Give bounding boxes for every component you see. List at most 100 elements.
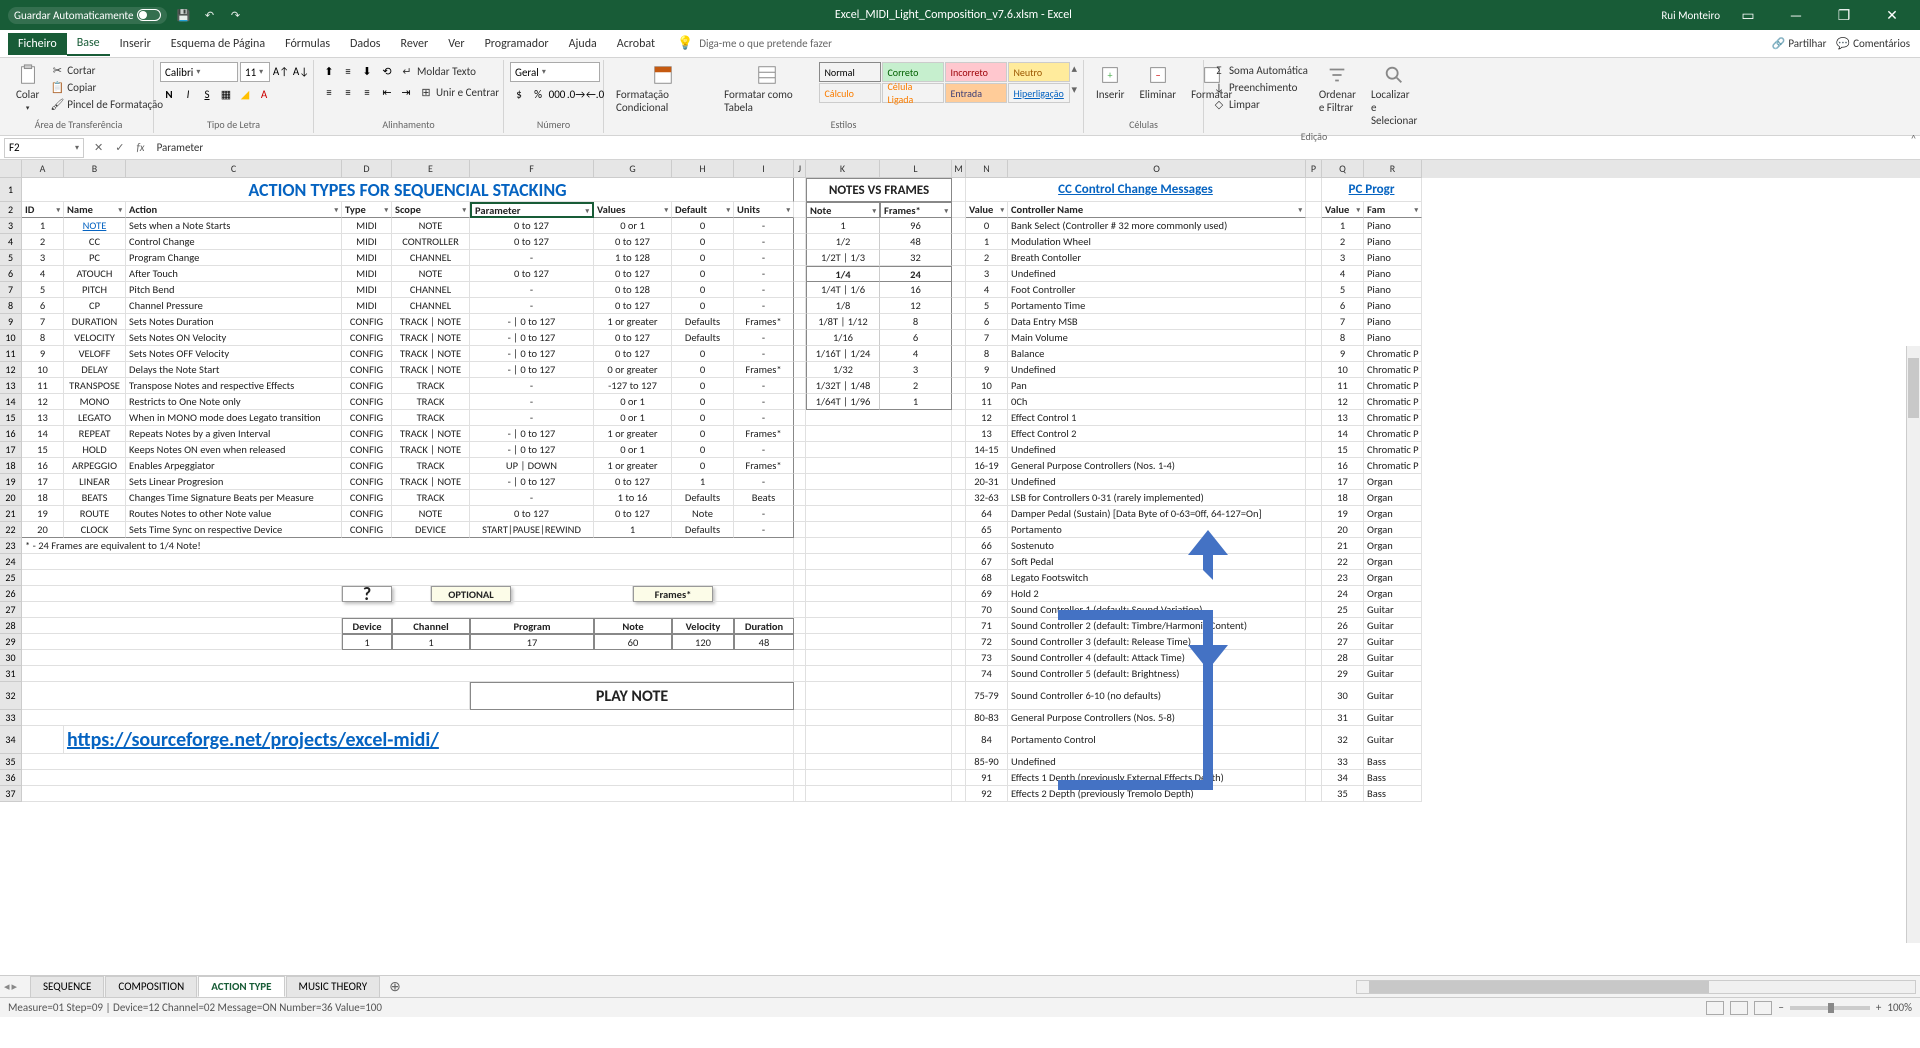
row-header[interactable]: 26 [0, 586, 22, 602]
ribbon-options-icon[interactable]: ▭ [1728, 1, 1768, 29]
zoom-in-icon[interactable]: + [1876, 1001, 1881, 1014]
table-header[interactable]: Default▾ [672, 202, 734, 218]
row-header[interactable]: 23 [0, 538, 22, 554]
fill-color-icon[interactable]: ◢ [236, 85, 254, 103]
name-box[interactable]: F2▾ [4, 138, 84, 158]
table-header[interactable]: Controller Name▾ [1008, 202, 1306, 218]
wrap-text-button[interactable]: ↵Moldar Texto [398, 63, 478, 79]
row-header[interactable]: 30 [0, 650, 22, 666]
table-header[interactable]: Values▾ [594, 202, 672, 218]
row-header[interactable]: 17 [0, 442, 22, 458]
table-header[interactable]: Action▾ [126, 202, 342, 218]
format-painter-button[interactable]: 🖌Pincel de Formatação [48, 96, 165, 112]
row-header[interactable]: 19 [0, 474, 22, 490]
sort-filter-button[interactable]: Ordenar e Filtrar [1313, 62, 1362, 116]
delete-cells-button[interactable]: −Eliminar [1134, 62, 1183, 103]
tab-review[interactable]: Rever [391, 33, 439, 55]
help-button[interactable]: ? [342, 586, 392, 602]
project-link[interactable]: https://sourceforge.net/projects/excel-m… [64, 726, 794, 754]
maximize-icon[interactable]: ❐ [1824, 1, 1864, 29]
increase-font-icon[interactable]: A↑ [272, 62, 290, 80]
row-header[interactable]: 5 [0, 250, 22, 266]
percent-icon[interactable]: % [529, 85, 547, 103]
sheet-tab[interactable]: SEQUENCE [30, 976, 104, 997]
row-header[interactable]: 14 [0, 394, 22, 410]
tab-developer[interactable]: Programador [475, 33, 559, 55]
align-bottom-icon[interactable]: ⬇ [358, 62, 376, 80]
underline-icon[interactable]: S [198, 85, 216, 103]
row-header[interactable]: 18 [0, 458, 22, 474]
table-header[interactable]: Type▾ [342, 202, 392, 218]
row-header[interactable]: 1 [0, 178, 22, 202]
comments-button[interactable]: 💬Comentários [1836, 37, 1910, 50]
row-header[interactable]: 21 [0, 506, 22, 522]
font-size-dropdown[interactable]: 11 [240, 62, 270, 82]
tab-nav-next-icon[interactable]: ▸ [12, 980, 18, 993]
add-sheet-button[interactable]: ⊕ [381, 976, 409, 997]
style-good[interactable]: Correto [882, 62, 944, 82]
zoom-out-icon[interactable]: − [1778, 1001, 1783, 1014]
tab-view[interactable]: Ver [438, 33, 474, 55]
row-header[interactable]: 22 [0, 522, 22, 538]
save-icon[interactable]: 💾 [173, 5, 193, 25]
decrease-font-icon[interactable]: A↓ [292, 62, 310, 80]
decrease-decimal-icon[interactable]: ←.0 [586, 85, 604, 103]
number-format-dropdown[interactable]: Geral [510, 62, 600, 82]
style-scroll-down[interactable]: ▾ [1071, 83, 1077, 96]
tell-me-search[interactable]: 💡Diga-me o que pretende fazer [677, 36, 832, 51]
row-header[interactable]: 7 [0, 282, 22, 298]
table-header[interactable]: Units▾ [734, 202, 794, 218]
autosave-toggle[interactable]: Guardar Automaticamente [8, 7, 167, 24]
style-scroll-up[interactable]: ▴ [1071, 62, 1077, 75]
column-header[interactable]: E [392, 160, 470, 178]
row-header[interactable]: 13 [0, 378, 22, 394]
row-header[interactable]: 8 [0, 298, 22, 314]
row-header[interactable]: 33 [0, 710, 22, 726]
row-header[interactable]: 24 [0, 554, 22, 570]
tab-nav-prev-icon[interactable]: ◂ [4, 980, 10, 993]
conditional-format-button[interactable]: Formatação Condicional [610, 62, 715, 116]
table-header[interactable]: Note▾ [806, 202, 880, 218]
column-header[interactable]: L [880, 160, 952, 178]
insert-cells-button[interactable]: +Inserir [1090, 62, 1131, 103]
formula-input[interactable]: Parameter [151, 141, 1920, 154]
copy-button[interactable]: 📋Copiar [48, 79, 165, 95]
table-header[interactable]: Name▾ [64, 202, 126, 218]
tab-help[interactable]: Ajuda [559, 33, 607, 55]
increase-indent-icon[interactable]: ⇥ [397, 83, 415, 101]
section-title-link[interactable]: CC Control Change Messages [966, 178, 1306, 202]
view-page-layout-icon[interactable] [1730, 1001, 1748, 1015]
row-header[interactable]: 3 [0, 218, 22, 234]
column-header[interactable]: F [470, 160, 594, 178]
tab-layout[interactable]: Esquema de Página [161, 33, 275, 55]
align-top-icon[interactable]: ⬆ [320, 62, 338, 80]
autosum-button[interactable]: ΣSoma Automática [1210, 62, 1310, 78]
italic-icon[interactable]: I [179, 85, 197, 103]
column-header[interactable]: B [64, 160, 126, 178]
row-header[interactable]: 2 [0, 202, 22, 218]
user-name[interactable]: Rui Monteiro [1661, 9, 1720, 22]
style-bad[interactable]: Incorreto [945, 62, 1007, 82]
row-header[interactable]: 32 [0, 682, 22, 710]
view-normal-icon[interactable] [1706, 1001, 1724, 1015]
tab-home[interactable]: Base [67, 32, 110, 56]
table-header[interactable]: ID▾ [22, 202, 64, 218]
column-header[interactable]: P [1306, 160, 1322, 178]
table-header[interactable]: Frames*▾ [880, 202, 952, 218]
column-header[interactable]: D [342, 160, 392, 178]
accept-formula-icon[interactable]: ✓ [109, 141, 130, 154]
redo-icon[interactable]: ↷ [225, 5, 245, 25]
cell[interactable]: NOTE [64, 218, 126, 234]
style-normal[interactable]: Normal [819, 62, 881, 82]
font-name-dropdown[interactable]: Calibri [160, 62, 238, 82]
table-header[interactable]: Value▾ [966, 202, 1008, 218]
column-header[interactable]: Q [1322, 160, 1364, 178]
align-middle-icon[interactable]: ≡ [339, 62, 357, 80]
row-header[interactable]: 29 [0, 634, 22, 650]
fx-icon[interactable]: fx [130, 141, 150, 154]
row-header[interactable]: 16 [0, 426, 22, 442]
bold-icon[interactable]: N [160, 85, 178, 103]
column-header[interactable]: O [1008, 160, 1306, 178]
font-color-icon[interactable]: A [255, 85, 273, 103]
row-header[interactable]: 11 [0, 346, 22, 362]
